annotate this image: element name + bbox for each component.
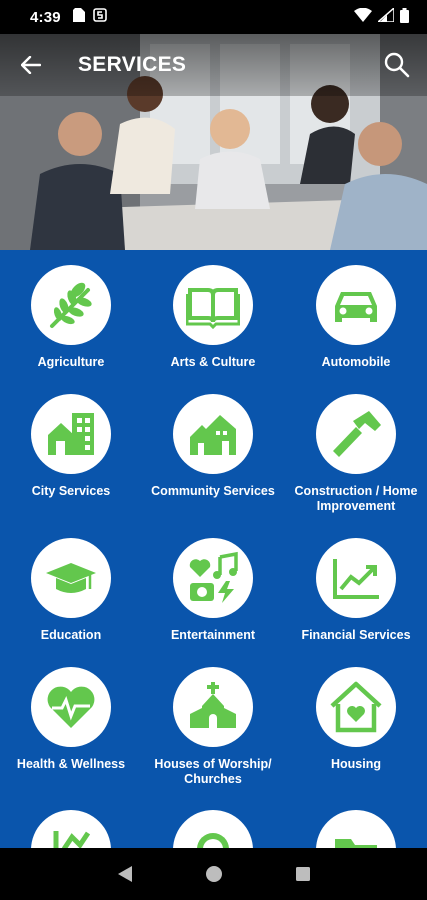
arrow-back-icon xyxy=(21,56,41,74)
service-label: Financial Services xyxy=(301,628,411,642)
page-title: SERVICES xyxy=(78,53,187,76)
service-tile-automobile[interactable]: Automobile xyxy=(285,265,427,370)
service-label: City Services xyxy=(31,484,111,498)
app-toolbar: SERVICES xyxy=(0,34,427,96)
entertainment-icon xyxy=(189,551,238,603)
service-tile-agriculture[interactable]: Agriculture xyxy=(0,265,142,370)
service-label: Community Services xyxy=(151,484,275,498)
service-tile-partial[interactable] xyxy=(142,810,284,848)
system-nav-bar xyxy=(0,848,427,900)
service-label: Housing xyxy=(331,757,381,771)
nav-home-icon xyxy=(205,866,222,882)
graduation-cap-icon xyxy=(46,563,96,593)
houses-icon xyxy=(190,415,236,455)
wheat-icon xyxy=(50,282,92,328)
service-tile-houses-of-worship[interactable]: Houses of Worship/ Churches xyxy=(142,667,284,787)
nav-back-icon xyxy=(117,866,132,882)
s-app-icon xyxy=(93,8,107,26)
partial-icon xyxy=(335,839,377,848)
nav-recents-button[interactable] xyxy=(283,854,323,894)
service-label: Arts & Culture xyxy=(170,355,256,369)
book-icon xyxy=(186,288,240,330)
service-label: Houses of Worship/ Churches xyxy=(154,757,272,786)
service-tile-housing[interactable]: Housing xyxy=(285,667,427,772)
hammer-icon xyxy=(333,411,381,457)
sd-card-icon xyxy=(72,8,85,26)
city-buildings-icon xyxy=(48,413,94,455)
service-label: Education xyxy=(40,628,102,642)
nav-back-button[interactable] xyxy=(105,854,145,894)
search-button[interactable] xyxy=(367,34,427,96)
service-label: Automobile xyxy=(321,355,391,369)
service-tile-city-services[interactable]: City Services xyxy=(0,394,142,499)
heart-pulse-icon xyxy=(47,686,95,728)
services-grid: Agriculture Arts & Culture Automobile Ci… xyxy=(0,250,427,848)
service-label: Health & Wellness xyxy=(16,757,126,771)
signal-icon xyxy=(376,6,395,26)
partial-icon xyxy=(197,833,229,848)
partial-icon xyxy=(53,831,91,848)
nav-home-button[interactable] xyxy=(194,854,234,894)
service-tile-construction[interactable]: Construction / Home Improvement xyxy=(285,394,427,514)
back-button[interactable] xyxy=(0,34,62,96)
nav-recents-icon xyxy=(295,867,310,881)
status-time: 4:39 xyxy=(30,8,61,26)
car-icon xyxy=(335,292,377,322)
service-label: Entertainment xyxy=(170,628,256,642)
service-tile-arts-culture[interactable]: Arts & Culture xyxy=(142,265,284,370)
service-tile-financial-services[interactable]: Financial Services xyxy=(285,538,427,643)
service-tile-health-wellness[interactable]: Health & Wellness xyxy=(0,667,142,772)
church-icon xyxy=(190,682,236,728)
service-tile-entertainment[interactable]: Entertainment xyxy=(142,538,284,643)
service-label: Construction / Home Improvement xyxy=(294,484,418,513)
service-tile-partial[interactable] xyxy=(0,810,142,848)
search-icon xyxy=(384,52,410,78)
service-label: Agriculture xyxy=(37,355,105,369)
service-tile-community-services[interactable]: Community Services xyxy=(142,394,284,499)
status-bar: 4:39 xyxy=(0,0,427,34)
house-heart-icon xyxy=(330,681,382,733)
wifi-icon xyxy=(354,7,372,26)
service-tile-partial[interactable] xyxy=(285,810,427,848)
chart-line-icon xyxy=(333,559,379,599)
service-tile-education[interactable]: Education xyxy=(0,538,142,643)
battery-icon xyxy=(400,7,409,27)
